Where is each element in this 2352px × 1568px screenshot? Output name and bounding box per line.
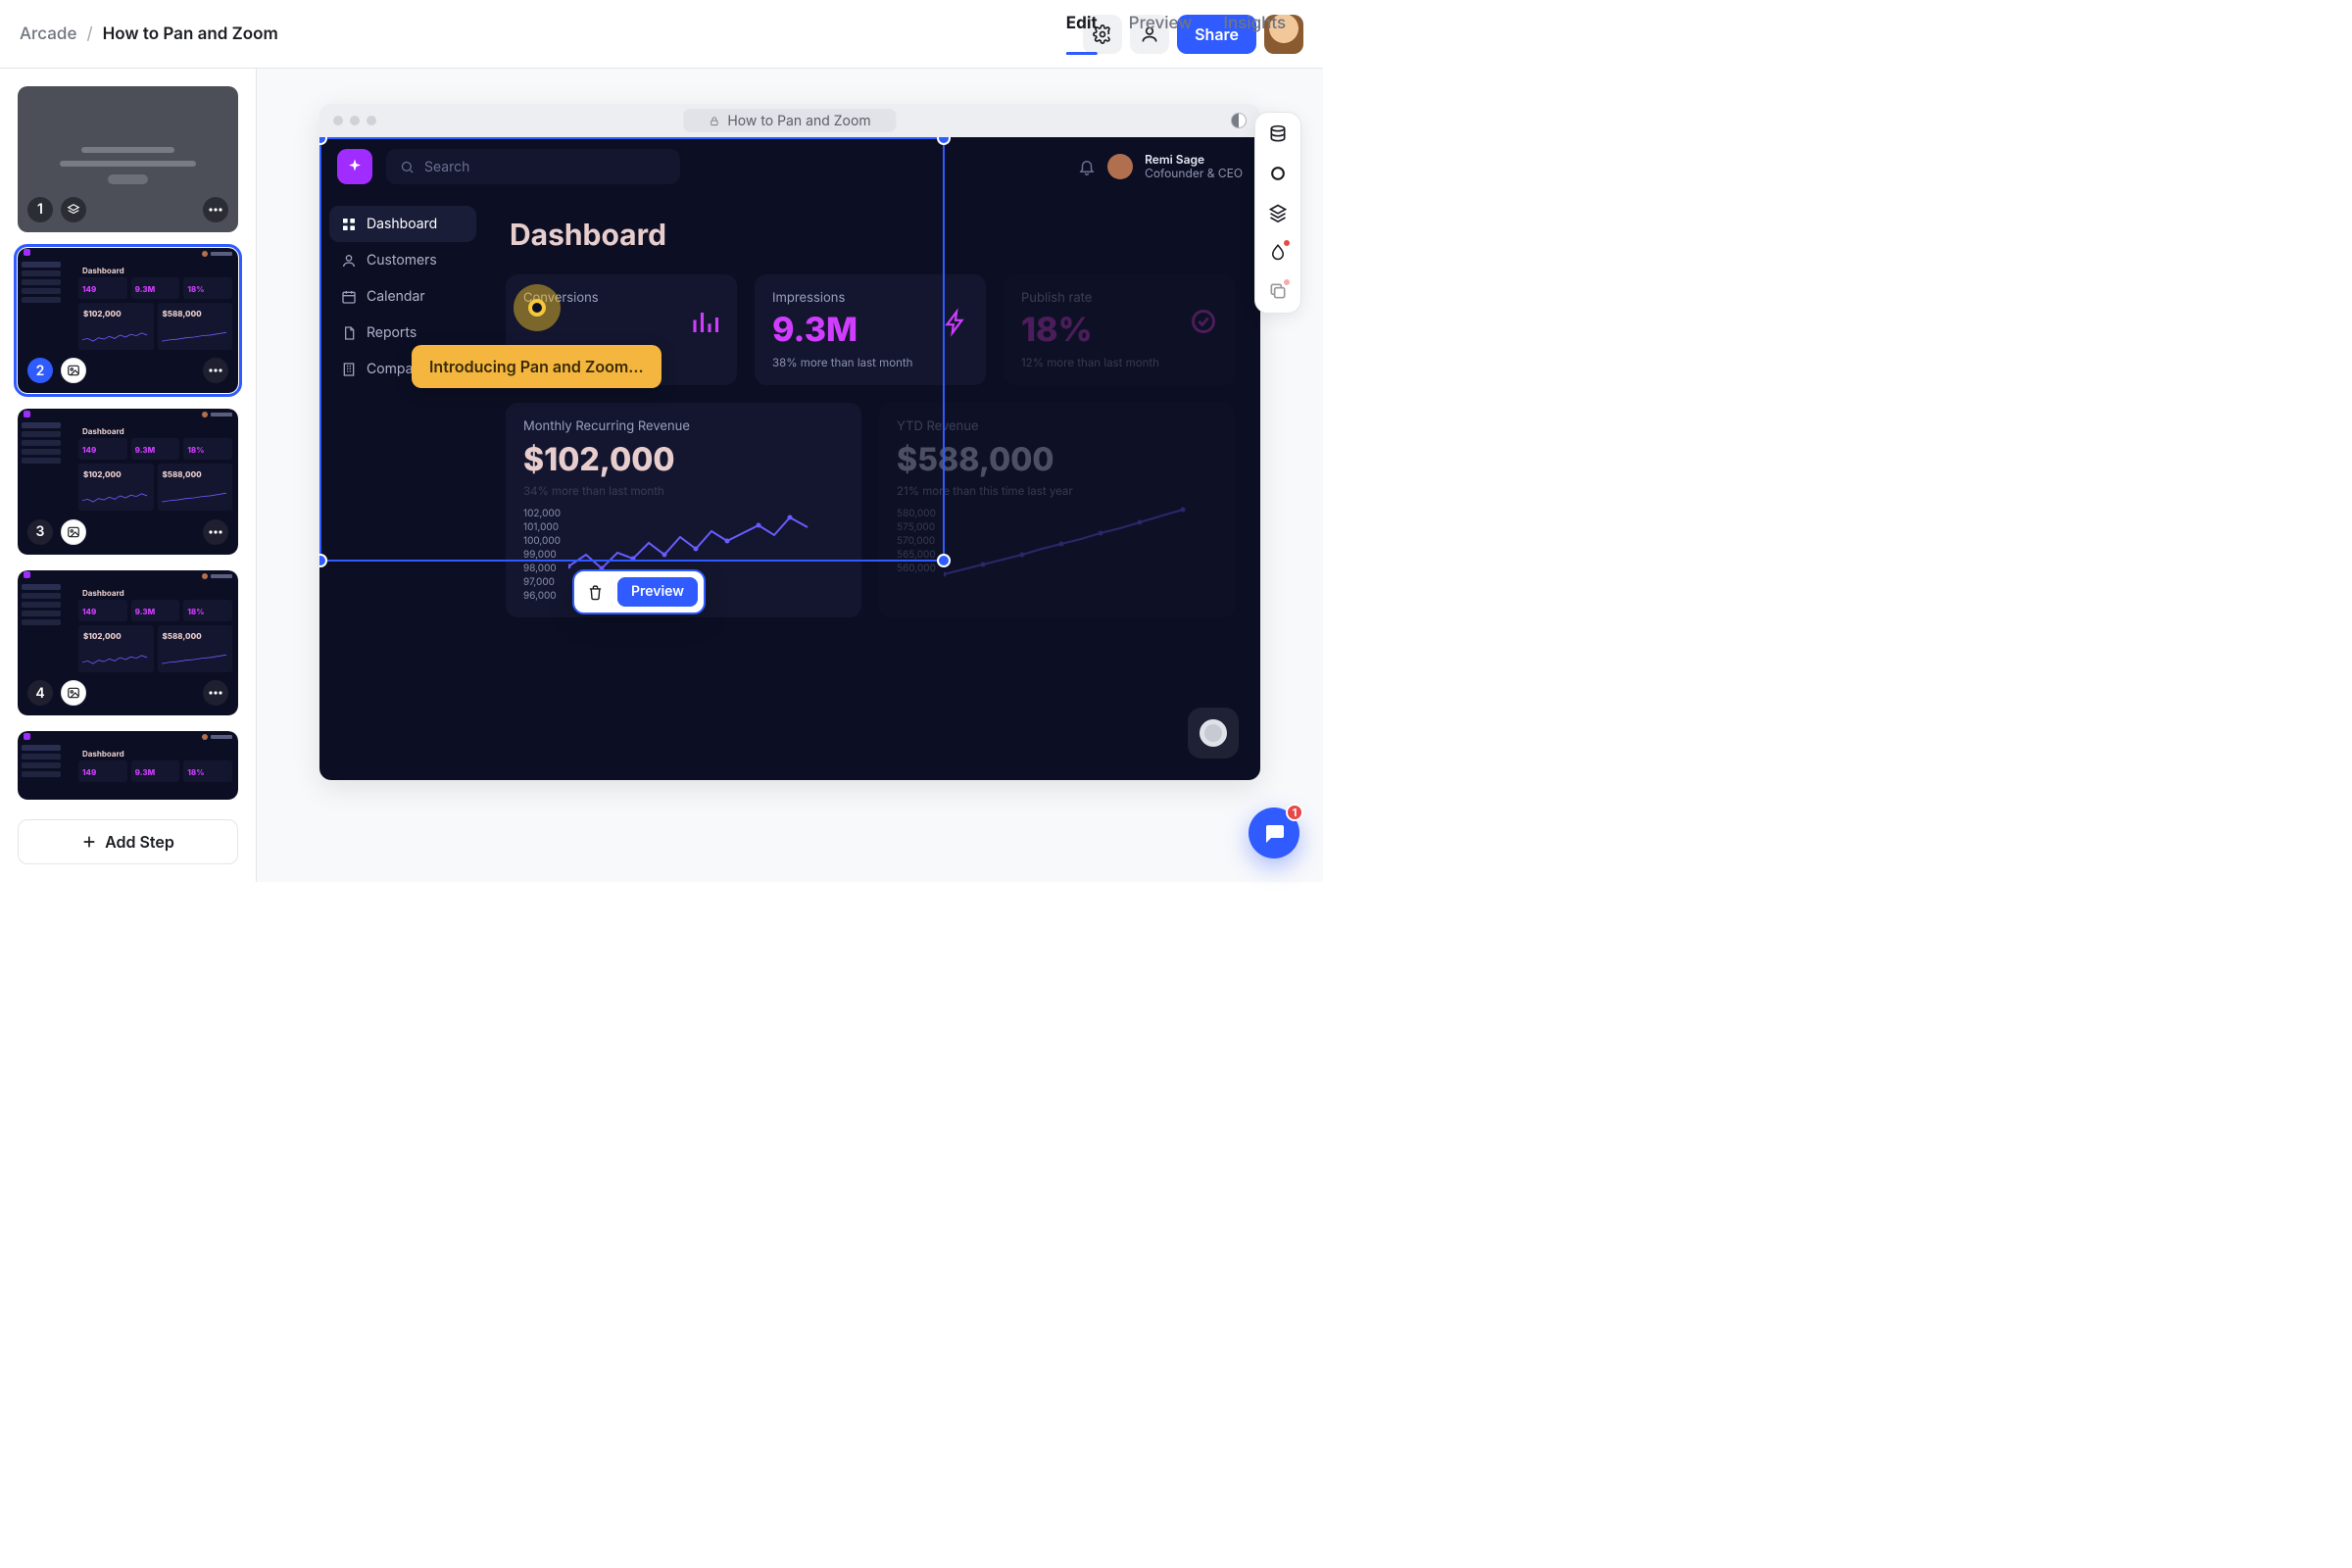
browser-chrome: How to Pan and Zoom bbox=[319, 104, 1260, 137]
step-menu-button[interactable] bbox=[203, 358, 228, 383]
embedded-app: Search Remi Sage Cofounder & CEO bbox=[319, 137, 1260, 780]
add-step-label: Add Step bbox=[105, 832, 174, 852]
step-menu-button[interactable] bbox=[203, 197, 228, 222]
delete-button[interactable] bbox=[580, 577, 610, 607]
user-avatar bbox=[1107, 154, 1133, 179]
callout-tooltip[interactable]: Introducing Pan and Zoom... bbox=[412, 345, 662, 388]
check-circle-icon bbox=[1190, 308, 1217, 335]
status-dot bbox=[1282, 277, 1292, 287]
metric-publish-rate: Publish rate 18% 12% more than last mont… bbox=[1004, 274, 1235, 385]
image-icon[interactable] bbox=[61, 680, 86, 706]
step-number: 4 bbox=[27, 680, 53, 706]
traffic-lights-icon bbox=[333, 116, 376, 125]
step-menu-button[interactable] bbox=[203, 680, 228, 706]
step-menu-button[interactable] bbox=[203, 519, 228, 545]
breadcrumb: Arcade / How to Pan and Zoom bbox=[20, 24, 278, 44]
hotspot-tool[interactable] bbox=[1266, 162, 1290, 185]
mode-tabs: Edit Preview Insights bbox=[1066, 14, 1286, 55]
main: 1 Dashboard 149 9.3M 18% bbox=[0, 69, 1323, 882]
add-step-button[interactable]: Add Step bbox=[18, 819, 238, 864]
step-card[interactable]: Dashboard 149 9.3M 18% $102,000 $588,000… bbox=[18, 409, 238, 555]
step-card[interactable]: Dashboard 149 9.3M 18% bbox=[18, 731, 238, 800]
step-number: 2 bbox=[27, 358, 53, 383]
canvas[interactable]: How to Pan and Zoom Search bbox=[257, 69, 1323, 882]
bell-icon[interactable] bbox=[1078, 158, 1096, 175]
user-name: Remi Sage bbox=[1145, 153, 1243, 167]
preview-button[interactable]: Preview bbox=[617, 577, 698, 607]
tab-preview[interactable]: Preview bbox=[1129, 14, 1193, 55]
hotspot[interactable] bbox=[514, 284, 561, 331]
chat-icon bbox=[1262, 821, 1286, 845]
url-title: How to Pan and Zoom bbox=[727, 113, 870, 129]
browser-frame: How to Pan and Zoom Search bbox=[319, 104, 1260, 780]
chat-badge: 1 bbox=[1286, 804, 1303, 821]
record-button[interactable] bbox=[1188, 708, 1239, 759]
resize-handle-br[interactable] bbox=[937, 554, 951, 567]
chat-fab[interactable]: 1 bbox=[1249, 808, 1299, 858]
ytd-line-chart bbox=[944, 498, 1189, 591]
selection-toolbar: Preview bbox=[572, 569, 706, 614]
trash-icon bbox=[587, 584, 604, 601]
mini-dashboard: Dashboard 149 9.3M 18% bbox=[18, 731, 238, 800]
step-card-cover[interactable]: 1 bbox=[18, 86, 238, 232]
breadcrumb-slash: / bbox=[86, 24, 92, 44]
tab-insights[interactable]: Insights bbox=[1223, 14, 1286, 55]
steps-panel: 1 Dashboard 149 9.3M 18% bbox=[0, 69, 257, 882]
contrast-icon[interactable] bbox=[1231, 113, 1247, 128]
bolt-icon bbox=[943, 308, 968, 337]
copy-tool[interactable] bbox=[1266, 279, 1290, 303]
layers-icon[interactable] bbox=[61, 197, 86, 222]
blur-tool[interactable] bbox=[1266, 240, 1290, 264]
user-menu[interactable]: Remi Sage Cofounder & CEO bbox=[1078, 153, 1243, 180]
breadcrumb-app[interactable]: Arcade bbox=[20, 24, 76, 44]
topbar: Arcade / How to Pan and Zoom Edit Previe… bbox=[0, 0, 1323, 69]
step-card[interactable]: Dashboard 149 9.3M 18% $102,000 $588,000… bbox=[18, 570, 238, 716]
plus-icon bbox=[81, 834, 97, 850]
image-icon[interactable] bbox=[61, 358, 86, 383]
canvas-toolbar bbox=[1254, 112, 1301, 314]
callout-text: Introducing Pan and Zoom... bbox=[429, 357, 644, 376]
database-tool[interactable] bbox=[1266, 122, 1290, 146]
step-card[interactable]: Dashboard 149 9.3M 18% $102,000 $588,000… bbox=[18, 248, 238, 394]
url-bar[interactable]: How to Pan and Zoom bbox=[683, 109, 896, 132]
breadcrumb-title[interactable]: How to Pan and Zoom bbox=[103, 24, 278, 44]
record-icon bbox=[1200, 719, 1227, 747]
status-dot bbox=[1282, 238, 1292, 248]
hotspot-ring-icon bbox=[528, 299, 546, 317]
image-icon[interactable] bbox=[61, 519, 86, 545]
resize-handle-tl[interactable] bbox=[319, 137, 327, 145]
step-number: 1 bbox=[27, 197, 53, 222]
user-role: Cofounder & CEO bbox=[1145, 167, 1243, 180]
lock-icon bbox=[709, 116, 719, 126]
tab-edit[interactable]: Edit bbox=[1066, 14, 1098, 55]
step-number: 3 bbox=[27, 519, 53, 545]
layers-tool[interactable] bbox=[1266, 201, 1290, 224]
